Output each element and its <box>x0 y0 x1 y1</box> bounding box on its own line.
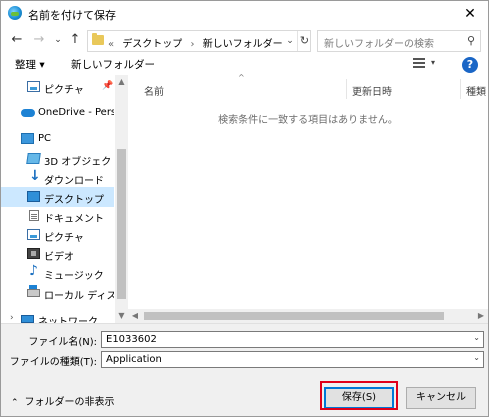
filename-field[interactable]: E1033602 ⌄ <box>101 331 484 348</box>
sidebar-item-label: ビデオ <box>44 252 74 263</box>
column-divider[interactable] <box>460 79 461 99</box>
network-icon <box>21 315 34 323</box>
sidebar-item-label: ドキュメント <box>44 214 104 225</box>
back-button[interactable]: ← <box>7 30 27 50</box>
chevron-up-icon: ⌃ <box>11 398 19 408</box>
sidebar-item-videos[interactable]: ビデオ <box>1 244 114 264</box>
file-list-horizontal-scrollbar[interactable]: ◀ ▶ <box>128 309 488 323</box>
desktop-icon <box>27 191 40 202</box>
sidebar-item-3d-objects[interactable]: 3D オブジェクト <box>1 149 114 169</box>
hide-folders-toggle[interactable]: ⌃ フォルダーの非表示 <box>11 393 115 408</box>
hide-folders-label: フォルダーの非表示 <box>24 397 115 408</box>
pc-icon <box>21 133 34 144</box>
file-list: ^ 名前 更新日時 種類 検索条件に一致する項目はありません。 ◀ ▶ <box>128 73 488 323</box>
save-fields: ファイル名(N): E1033602 ⌄ ファイルの種類(T): Applica… <box>1 323 488 373</box>
close-button[interactable]: ✕ <box>452 1 488 27</box>
up-button[interactable]: ↑ <box>65 30 85 50</box>
documents-icon <box>29 210 39 221</box>
filename-label: ファイル名(N): <box>28 337 97 348</box>
filetype-label: ファイルの種類(T): <box>9 357 97 368</box>
search-box[interactable]: 新しいフォルダーの検索 ⚲ <box>317 30 481 52</box>
sort-indicator-icon: ^ <box>238 73 245 82</box>
app-icon <box>8 6 22 20</box>
music-icon <box>29 263 42 279</box>
column-divider[interactable] <box>346 79 347 99</box>
filetype-select[interactable]: Application ⌄ <box>101 351 484 368</box>
downloads-icon <box>29 168 41 184</box>
sidebar-item-label: 3D オブジェクト <box>44 157 114 168</box>
sidebar-item-label: デスクトップ <box>44 195 104 206</box>
view-options-icon[interactable] <box>413 58 425 68</box>
view-dropdown-icon[interactable]: ▾ <box>431 58 435 67</box>
dialog-title: 名前を付けて保存 <box>28 9 116 22</box>
column-header-row: ^ 名前 更新日時 種類 <box>128 73 488 101</box>
3d-objects-icon <box>26 153 41 164</box>
breadcrumb-desktop[interactable]: デスクトップ <box>122 39 182 50</box>
scroll-left-arrow-icon[interactable]: ◀ <box>128 309 142 323</box>
filename-value: E1033602 <box>106 334 157 345</box>
column-header-type[interactable]: 種類 <box>466 83 486 98</box>
sidebar-item-label: ローカル ディスク (C <box>44 291 114 302</box>
scrollbar-thumb[interactable] <box>117 149 126 299</box>
scroll-right-arrow-icon[interactable]: ▶ <box>474 309 488 323</box>
forward-button[interactable]: → <box>29 30 49 50</box>
sidebar-item-label: ダウンロード <box>44 176 104 187</box>
breadcrumb-overflow[interactable]: « <box>108 39 114 50</box>
sidebar-item-network[interactable]: › ネットワーク <box>1 309 114 323</box>
sidebar-item-documents[interactable]: ドキュメント <box>1 206 114 226</box>
pictures-icon <box>27 229 40 240</box>
sidebar-item-label: PC <box>38 133 52 144</box>
highlight-frame <box>320 381 398 410</box>
sidebar-item-onedrive[interactable]: OneDrive - Person <box>1 103 114 123</box>
cancel-button[interactable]: キャンセル <box>406 387 476 409</box>
onedrive-icon <box>21 109 35 117</box>
empty-message: 検索条件に一致する項目はありません。 <box>218 115 398 126</box>
column-header-modified[interactable]: 更新日時 <box>352 83 392 98</box>
folder-icon <box>92 33 104 45</box>
sidebar-item-label: ピクチャ <box>44 85 84 96</box>
new-folder-button[interactable]: 新しいフォルダー <box>71 57 155 72</box>
sidebar-item-local-disk[interactable]: ローカル ディスク (C <box>1 283 114 303</box>
address-bar[interactable]: « デスクトップ › 新しいフォルダー ⌄ ↻ <box>87 30 311 52</box>
breadcrumb: « デスクトップ › 新しいフォルダー <box>108 35 288 50</box>
sidebar-item-label: ミュージック <box>44 271 104 282</box>
sidebar-item-pictures-quick[interactable]: ピクチャ 📌 <box>1 77 114 97</box>
sidebar-item-desktop[interactable]: デスクトップ <box>1 187 114 207</box>
expand-chevron-icon[interactable]: › <box>10 313 14 323</box>
filetype-value: Application <box>106 354 162 365</box>
organize-button[interactable]: 整理 ▾ <box>15 57 45 72</box>
scroll-down-arrow-icon[interactable]: ▼ <box>115 309 128 323</box>
title-bar: 名前を付けて保存 ✕ <box>1 1 488 27</box>
save-as-dialog: 名前を付けて保存 ✕ ← → ⌄ ↑ « デスクトップ › 新しいフォルダー ⌄… <box>0 0 489 417</box>
refresh-button[interactable]: ↻ <box>297 31 311 51</box>
videos-icon <box>27 248 40 259</box>
scroll-up-arrow-icon[interactable]: ▲ <box>115 75 128 89</box>
scrollbar-thumb[interactable] <box>144 312 444 320</box>
navigation-row: ← → ⌄ ↑ « デスクトップ › 新しいフォルダー ⌄ ↻ 新しいフォルダー… <box>1 27 488 53</box>
address-dropdown-button[interactable]: ⌄ <box>283 31 297 51</box>
sidebar-item-music[interactable]: ミュージック <box>1 263 114 283</box>
navigation-pane: ピクチャ 📌 OneDrive - Person PC 3D オブジェクト ダウ… <box>1 75 128 323</box>
search-input[interactable]: 新しいフォルダーの検索 <box>324 35 434 50</box>
sidebar-item-label: OneDrive - Person <box>38 107 114 118</box>
sidebar-item-downloads[interactable]: ダウンロード <box>1 168 114 188</box>
sidebar-item-label: ピクチャ <box>44 233 84 244</box>
breadcrumb-separator: › <box>190 39 195 50</box>
chevron-down-icon[interactable]: ⌄ <box>473 353 480 362</box>
column-header-name[interactable]: 名前 <box>144 83 164 98</box>
sidebar-item-pc[interactable]: PC <box>1 129 114 149</box>
sidebar-item-label: ネットワーク <box>38 317 98 323</box>
pictures-icon <box>27 81 40 92</box>
help-button[interactable]: ? <box>462 57 478 73</box>
search-icon: ⚲ <box>466 34 475 47</box>
breadcrumb-new-folder[interactable]: 新しいフォルダー <box>203 39 283 50</box>
sidebar-item-pictures[interactable]: ピクチャ <box>1 225 114 245</box>
pin-icon: 📌 <box>102 81 114 91</box>
navigation-pane-scrollbar[interactable]: ▲ ▼ <box>115 75 128 323</box>
command-bar: 整理 ▾ 新しいフォルダー ▾ ? <box>1 53 488 75</box>
dialog-footer: ⌃ フォルダーの非表示 保存(S) キャンセル <box>1 373 488 416</box>
local-disk-icon <box>27 285 40 297</box>
chevron-down-icon[interactable]: ⌄ <box>473 333 480 342</box>
